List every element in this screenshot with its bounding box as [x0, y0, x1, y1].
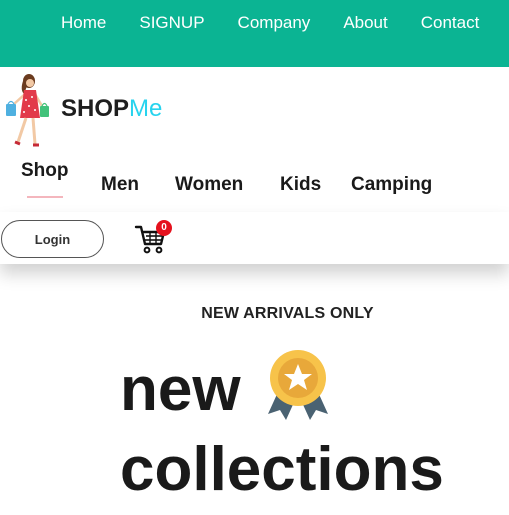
brand-logo-text[interactable]: SHOPMe [61, 95, 162, 123]
brand-me-text: Me [129, 95, 163, 122]
nav-about-link[interactable]: About [343, 13, 387, 33]
top-navbar: Home SIGNUP Company About Contact [0, 0, 509, 67]
category-men[interactable]: Men [101, 174, 139, 196]
nav-home-link[interactable]: Home [61, 13, 106, 33]
category-camping[interactable]: Camping [351, 174, 432, 196]
hero-title-line2: collections [120, 435, 444, 504]
nav-signup-link[interactable]: SIGNUP [139, 13, 204, 33]
top-nav-links: Home SIGNUP Company About Contact [61, 12, 479, 34]
hero-kicker-text: NEW ARRIVALS ONLY [201, 305, 374, 322]
cart-count-badge: 0 [156, 220, 172, 236]
account-action-bar: Login 0 [0, 212, 509, 264]
medal-icon [268, 350, 328, 420]
category-shop[interactable]: Shop [21, 160, 69, 182]
shopping-woman-icon [6, 74, 49, 147]
hero-title-line1: new [120, 355, 241, 424]
brand-shop-text: SHOP [61, 95, 130, 122]
category-nav: Shop Men Women Kids Camping [0, 160, 509, 205]
active-category-underline [27, 196, 63, 198]
category-kids[interactable]: Kids [280, 174, 321, 196]
login-button[interactable]: Login [1, 220, 104, 258]
nav-company-link[interactable]: Company [238, 13, 311, 33]
category-women[interactable]: Women [175, 174, 243, 196]
nav-contact-link[interactable]: Contact [421, 13, 480, 33]
